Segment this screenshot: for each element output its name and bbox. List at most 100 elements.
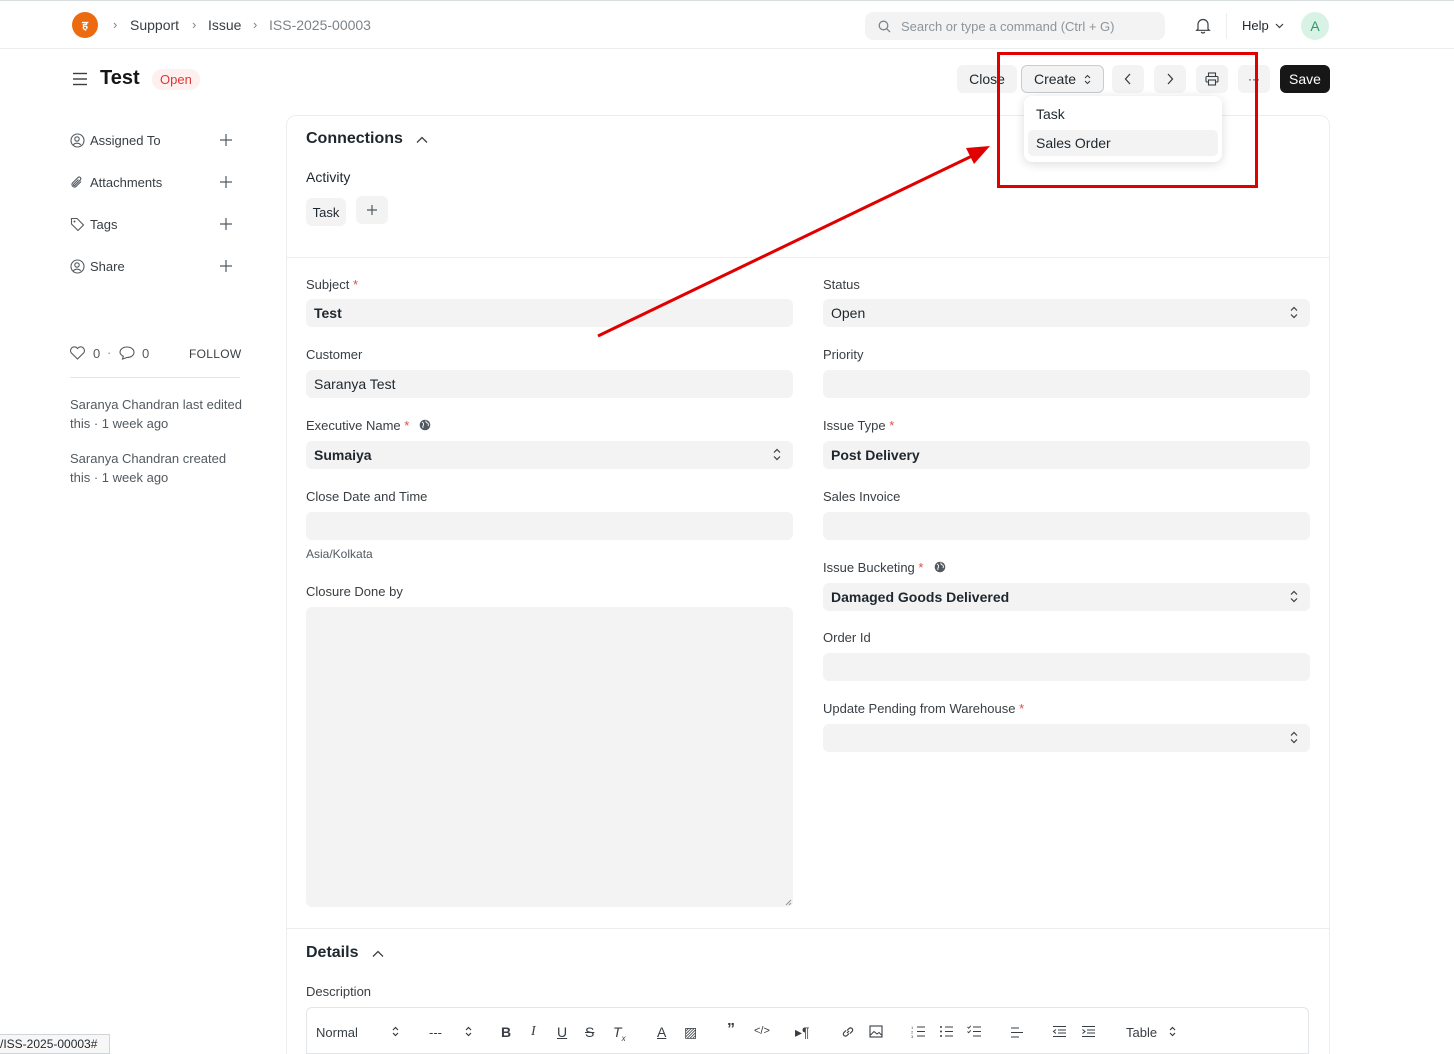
svg-text:3: 3 xyxy=(911,1034,914,1038)
link-icon[interactable] xyxy=(841,1025,855,1039)
create-menu-item-task[interactable]: Task xyxy=(1028,101,1218,127)
ordered-list-icon[interactable]: 123 xyxy=(911,1025,926,1038)
breadcrumb-separator: › xyxy=(192,17,197,32)
close-button-label: Close xyxy=(969,71,1005,87)
customer-value: Saranya Test xyxy=(314,376,396,392)
activity-last-edited: Saranya Chandran last edited this · 1 we… xyxy=(70,397,243,431)
app-logo[interactable]: ह xyxy=(72,12,98,38)
connections-title[interactable]: Connections xyxy=(306,130,403,148)
create-dropdown-button[interactable]: Create xyxy=(1021,65,1104,93)
select-chevron-icon xyxy=(1290,731,1298,744)
chevron-right-icon xyxy=(1167,73,1174,85)
heart-icon[interactable] xyxy=(69,346,86,360)
indent-icon[interactable] xyxy=(1081,1025,1096,1038)
connection-chip-task[interactable]: Task xyxy=(306,198,346,226)
breadcrumb-issue[interactable]: Issue xyxy=(208,17,241,33)
executive-name-value: Sumaiya xyxy=(314,447,372,463)
breadcrumb-support[interactable]: Support xyxy=(130,17,179,33)
status-select[interactable]: Open xyxy=(823,299,1310,327)
search-bar[interactable]: Search or type a command (Ctrl + G) xyxy=(865,12,1165,40)
bullet-list-icon[interactable] xyxy=(939,1025,954,1038)
issue-type-input[interactable]: Post Delivery xyxy=(823,441,1310,469)
create-button-label: Create xyxy=(1033,71,1077,87)
priority-input[interactable] xyxy=(823,370,1310,398)
sidebar-toggle-icon[interactable] xyxy=(72,72,88,86)
executive-name-label: Executive Name * xyxy=(306,418,410,433)
save-button-label: Save xyxy=(1289,71,1321,87)
highlight-icon[interactable]: ▨ xyxy=(684,1024,697,1041)
font-size-select[interactable]: --- xyxy=(429,1025,442,1040)
timezone-text: Asia/Kolkata xyxy=(306,547,373,561)
executive-name-select[interactable]: Sumaiya xyxy=(306,441,793,469)
details-title[interactable]: Details xyxy=(306,944,358,962)
top-navbar: ह › Support › Issue › ISS-2025-00003 Sea… xyxy=(0,0,1454,49)
text-style-select[interactable]: Normal xyxy=(316,1025,358,1040)
close-date-input[interactable] xyxy=(306,512,793,540)
blockquote-icon[interactable]: ” xyxy=(727,1021,735,1039)
globe-icon xyxy=(419,419,431,431)
next-doc-button[interactable] xyxy=(1154,65,1186,93)
globe-icon xyxy=(934,561,946,573)
chevron-left-icon xyxy=(1124,73,1131,85)
subject-input[interactable]: Test xyxy=(306,299,793,327)
more-actions-button[interactable]: ··· xyxy=(1238,65,1270,93)
close-date-label: Close Date and Time xyxy=(306,489,428,504)
chevron-up-icon[interactable] xyxy=(416,136,428,144)
closure-done-by-label: Closure Done by xyxy=(306,584,403,599)
chevron-down-icon xyxy=(1275,23,1284,29)
status-value: Open xyxy=(831,305,866,321)
help-menu[interactable]: Help xyxy=(1242,18,1269,33)
navbar-divider xyxy=(1226,13,1227,39)
clear-format-icon[interactable]: Tx xyxy=(613,1024,626,1043)
comment-icon[interactable] xyxy=(119,346,135,360)
chevron-up-icon[interactable] xyxy=(372,950,384,958)
issue-bucketing-select[interactable]: Damaged Goods Delivered xyxy=(823,583,1310,611)
table-select[interactable]: Table xyxy=(1126,1025,1157,1040)
customer-input[interactable]: Saranya Test xyxy=(306,370,793,398)
italic-icon[interactable]: I xyxy=(531,1024,536,1040)
user-avatar[interactable]: A xyxy=(1301,12,1329,40)
search-input[interactable]: Search or type a command (Ctrl + G) xyxy=(901,19,1115,34)
code-icon[interactable]: </> xyxy=(754,1025,770,1037)
close-button[interactable]: Close xyxy=(957,65,1017,93)
select-chevron-icon xyxy=(465,1026,472,1037)
previous-doc-button[interactable] xyxy=(1112,65,1144,93)
underline-icon[interactable]: U xyxy=(557,1024,567,1040)
bell-icon[interactable] xyxy=(1195,17,1211,34)
align-left-icon[interactable] xyxy=(1010,1026,1024,1039)
resize-handle-icon[interactable] xyxy=(785,899,792,906)
status-url: /ISS-2025-00003# xyxy=(0,1037,98,1051)
add-connection-button[interactable] xyxy=(356,196,388,224)
subject-value: Test xyxy=(314,305,342,321)
separator-dot: · xyxy=(107,345,112,360)
text-direction-icon[interactable]: ▸¶ xyxy=(795,1024,810,1041)
strikethrough-icon[interactable]: S xyxy=(585,1024,594,1040)
activity-created: Saranya Chandran created this · 1 week a… xyxy=(70,451,227,485)
closure-done-by-textarea[interactable] xyxy=(306,607,793,907)
sidebar-share[interactable]: Share xyxy=(90,259,125,274)
sidebar-tags[interactable]: Tags xyxy=(90,217,117,232)
sidebar-divider xyxy=(70,377,240,378)
sidebar-assigned-to[interactable]: Assigned To xyxy=(90,133,161,148)
image-icon[interactable] xyxy=(869,1025,883,1038)
order-id-input[interactable] xyxy=(823,653,1310,681)
print-button[interactable] xyxy=(1196,65,1228,93)
update-pending-select[interactable] xyxy=(823,724,1310,752)
create-menu-item-sales-order[interactable]: Sales Order xyxy=(1028,130,1218,156)
create-dropdown-menu: Task Sales Order xyxy=(1024,96,1222,162)
sidebar-attachments[interactable]: Attachments xyxy=(90,175,162,190)
sales-invoice-input[interactable] xyxy=(823,512,1310,540)
checklist-icon[interactable] xyxy=(967,1025,982,1038)
add-attachment-icon[interactable] xyxy=(219,175,233,189)
add-share-icon[interactable] xyxy=(219,259,233,273)
select-chevron-icon xyxy=(1290,590,1298,603)
save-button[interactable]: Save xyxy=(1280,65,1330,93)
follow-button[interactable]: FOLLOW xyxy=(189,347,241,361)
bold-icon[interactable]: B xyxy=(501,1024,511,1040)
share-user-icon xyxy=(70,259,85,274)
text-color-icon[interactable]: A xyxy=(657,1024,666,1040)
breadcrumb-current[interactable]: ISS-2025-00003 xyxy=(269,17,371,33)
add-assignee-icon[interactable] xyxy=(219,133,233,147)
outdent-icon[interactable] xyxy=(1052,1025,1067,1038)
add-tag-icon[interactable] xyxy=(219,217,233,231)
